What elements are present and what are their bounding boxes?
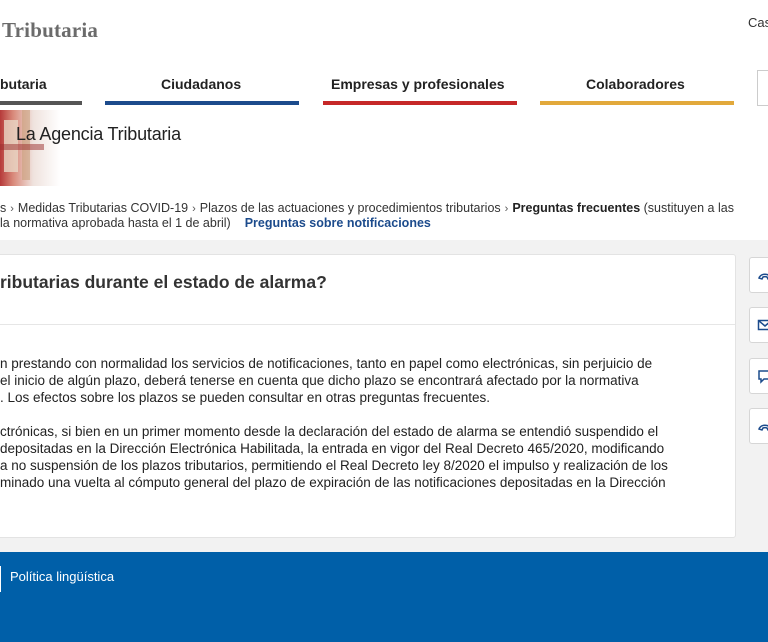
footer-divider	[0, 566, 1, 592]
nav-underline-agencia	[0, 101, 82, 105]
answer-line: ctrónicas, si bien en un primer momento …	[0, 424, 659, 439]
phone-icon	[758, 273, 768, 280]
breadcrumb: s › Medidas Tributarias COVID-19 › Plazos de…	[0, 186, 768, 241]
banner-image	[0, 110, 60, 186]
phone-icon	[758, 424, 768, 431]
chevron-right-icon: ›	[504, 203, 509, 215]
question-title: ributarias durante el estado de alarma?	[0, 272, 327, 292]
faq-card: ributarias durante el estado de alarma? …	[0, 254, 736, 538]
chevron-right-icon: ›	[192, 203, 196, 215]
site-header: Tributaria Cas butaria Ciudadanos Empres…	[0, 0, 768, 187]
nav-item-empresas[interactable]: Empresas y profesionales	[331, 76, 505, 92]
breadcrumb-item[interactable]: Medidas Tributarias COVID-19	[18, 201, 188, 215]
answer-line: n prestando con normalidad los servicios…	[0, 356, 653, 371]
footer-language-policy-link[interactable]: Política lingüística	[10, 569, 114, 584]
answer-line: a no suspensión de los plazos tributario…	[0, 458, 668, 473]
nav-underline-colaboradores	[540, 101, 734, 105]
nav-item-ciudadanos[interactable]: Ciudadanos	[161, 76, 241, 92]
language-selector[interactable]: Cas	[748, 15, 768, 30]
breadcrumb-note-cont: la normativa aprobada hasta el 1 de abri…	[0, 216, 231, 230]
notifications-faq-link[interactable]: Preguntas sobre notificaciones	[245, 216, 431, 230]
nav-underline-ciudadanos	[105, 101, 299, 105]
site-logo[interactable]: Tributaria	[2, 18, 98, 43]
banner-title: La Agencia Tributaria	[16, 124, 181, 144]
answer-line: . Los efectos sobre los plazos se pueden…	[0, 390, 491, 405]
breadcrumb-note: (sustituyen a las	[643, 201, 734, 215]
contact-phone-button[interactable]	[749, 257, 768, 293]
contact-chat-button[interactable]	[749, 358, 768, 394]
nav-item-colaboradores[interactable]: Colaboradores	[586, 76, 685, 92]
nav-underline-empresas	[323, 101, 517, 105]
contact-phone-button-2[interactable]	[749, 408, 768, 444]
chat-icon	[758, 370, 768, 384]
main-content: ributarias durante el estado de alarma? …	[0, 240, 768, 552]
mail-icon	[757, 319, 768, 331]
answer-line: minado una vuelta al cómputo general del…	[0, 475, 666, 490]
breadcrumb-item[interactable]: Plazos de las actuaciones y procedimient…	[200, 201, 501, 215]
breadcrumb-item[interactable]: s	[0, 201, 6, 215]
nav-item-agencia[interactable]: butaria	[0, 76, 47, 92]
chevron-right-icon: ›	[10, 203, 14, 215]
contact-mail-button[interactable]	[749, 307, 768, 343]
breadcrumb-current: Preguntas frecuentes	[512, 201, 641, 215]
answer-line: depositadas en la Dirección Electrónica …	[0, 441, 665, 456]
section-banner: La Agencia Tributaria	[0, 110, 768, 186]
divider	[0, 324, 735, 325]
answer-line: el inicio de algún plazo, deberá tenerse…	[0, 373, 639, 388]
nav-search-box[interactable]	[757, 70, 768, 106]
site-footer: Política lingüística	[0, 552, 768, 642]
